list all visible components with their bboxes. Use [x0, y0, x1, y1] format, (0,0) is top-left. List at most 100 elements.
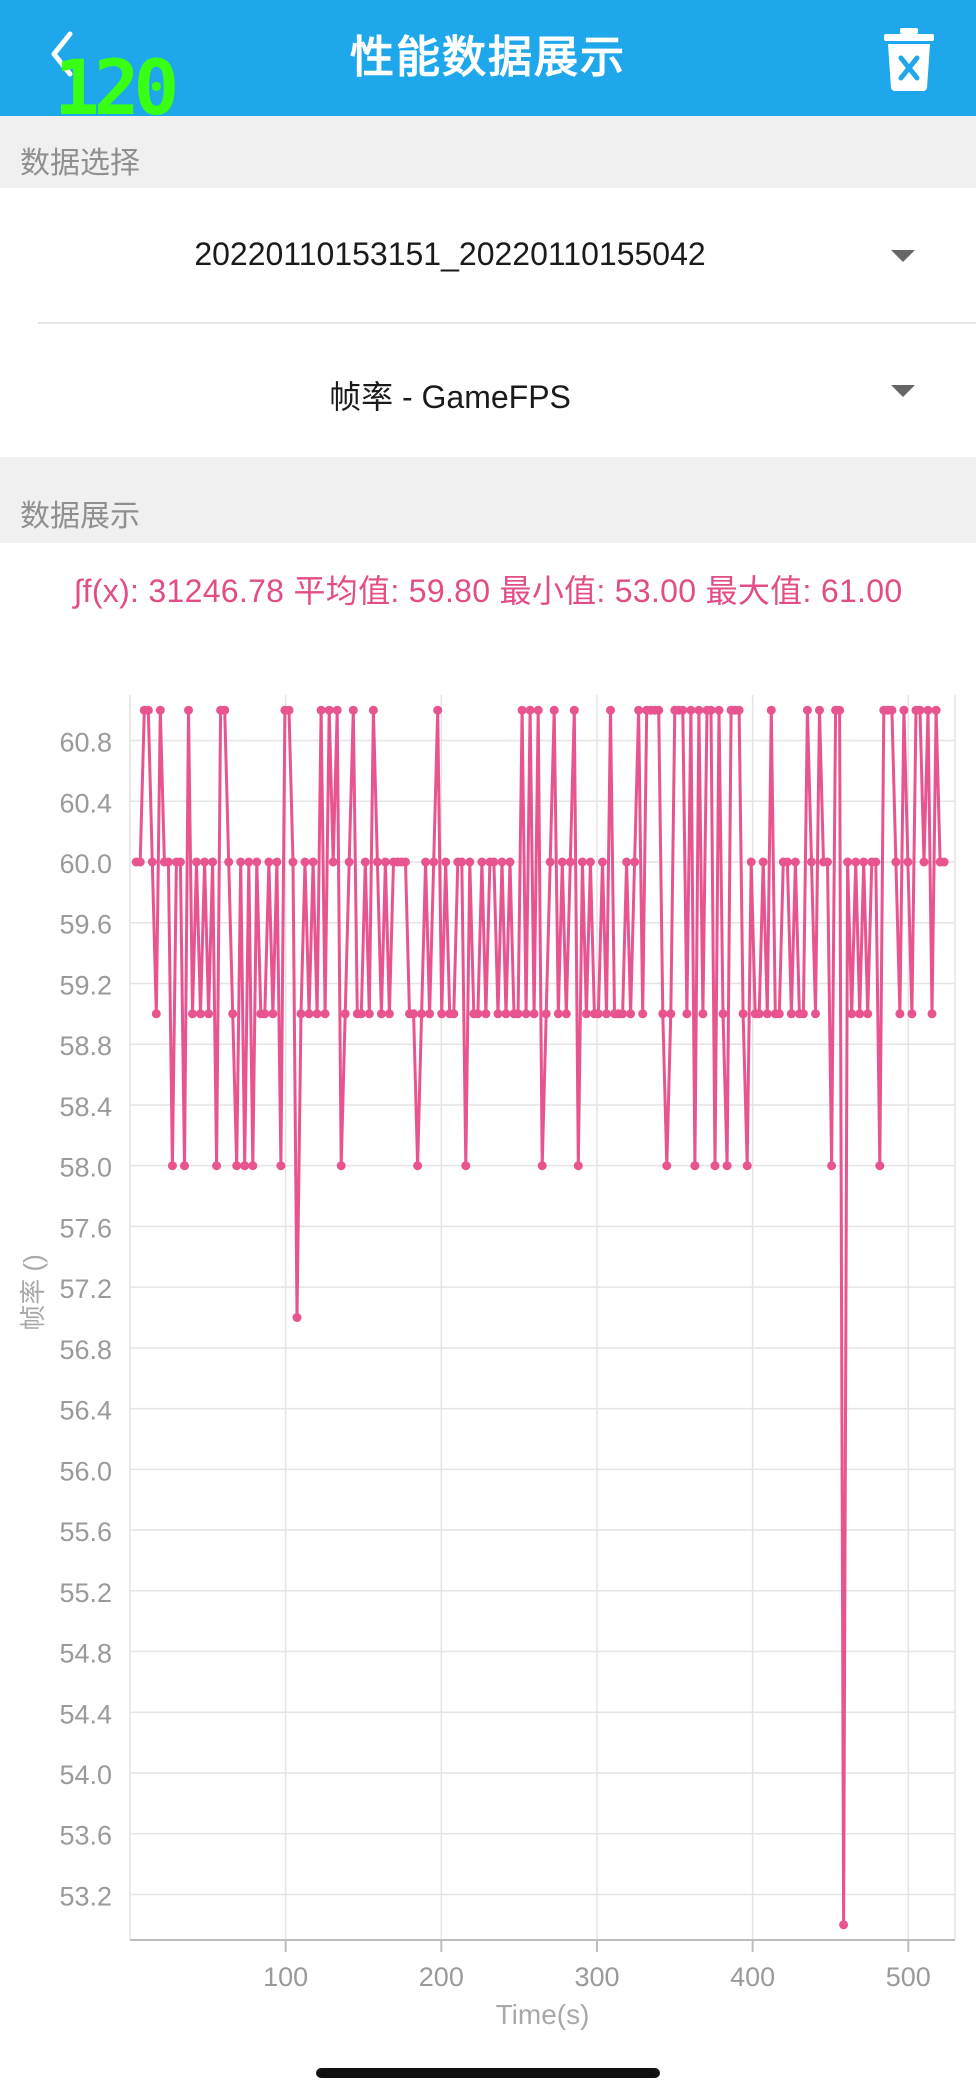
fps-data-point: [602, 1009, 611, 1019]
fps-data-point: [192, 857, 201, 867]
fps-data-point: [465, 857, 475, 867]
fps-data-point: [220, 705, 230, 715]
fps-data-point: [457, 857, 467, 867]
fps-data-point: [585, 857, 595, 867]
fps-data-point: [264, 857, 274, 867]
fps-data-point: [288, 857, 298, 867]
fps-data-point: [706, 705, 716, 715]
fps-data-point: [931, 705, 941, 715]
fps-data-point: [875, 1161, 885, 1171]
y-tick-label: 54.0: [59, 1760, 112, 1790]
y-tick-label: 54.4: [59, 1699, 112, 1729]
y-tick-label: 53.2: [59, 1881, 112, 1911]
fps-data-point: [654, 705, 664, 715]
fps-data-point: [413, 1161, 423, 1171]
x-tick-label: 200: [419, 1962, 464, 1992]
fps-line-chart[interactable]: 53.2 53.6 54.0 54.4 54.8 55.2 55.6 56.0 56.4 56.8…: [0, 640, 976, 2030]
x-tick-label: 500: [886, 1962, 931, 1992]
fps-data-point: [236, 857, 246, 867]
page-title: 性能数据展示: [350, 32, 626, 83]
fps-data-point: [409, 1009, 419, 1019]
fps-data-point: [489, 857, 499, 867]
fps-data-point: [228, 1009, 238, 1019]
fps-data-point: [513, 1009, 523, 1019]
fps-data-point: [553, 1009, 563, 1019]
home-indicator: [316, 2068, 660, 2078]
fps-data-point: [774, 1009, 784, 1019]
fps-data-point: [839, 1920, 849, 1930]
fps-data-point: [682, 1009, 692, 1019]
fps-data-point: [276, 1161, 286, 1171]
fps-data-point: [698, 1009, 708, 1019]
session-dropdown[interactable]: 20220110153151_20220110155042: [0, 188, 976, 322]
fps-data-point: [678, 705, 688, 715]
fps-data-point: [581, 1009, 591, 1019]
fps-data-point: [887, 705, 897, 715]
fps-data-point: [815, 705, 824, 715]
fps-data-point: [758, 857, 768, 867]
app-bar: 120 性能数据展示: [0, 0, 976, 126]
fps-data-point: [851, 857, 861, 867]
fps-data-point: [537, 1161, 547, 1171]
y-tick-label: 58.0: [59, 1153, 112, 1183]
fps-data-point: [807, 857, 816, 867]
fps-data-point: [348, 705, 358, 715]
fps-data-point: [272, 857, 282, 867]
fps-data-point: [449, 1009, 459, 1019]
fps-data-point: [505, 857, 515, 867]
fps-data-point: [899, 705, 909, 715]
fps-data-point: [517, 705, 527, 715]
fps-data-point: [417, 1009, 427, 1019]
fps-data-point: [344, 857, 354, 867]
trash-icon: [884, 28, 934, 91]
y-axis-label: 帧率 (): [18, 1254, 48, 1331]
metric-dropdown[interactable]: 帧率 - GameFPS: [0, 324, 976, 457]
fps-data-point: [461, 1161, 471, 1171]
fps-data-point: [188, 1009, 197, 1019]
fps-data-point: [204, 1009, 214, 1019]
fps-data-point: [722, 1161, 732, 1171]
fps-data-point: [300, 857, 310, 867]
fps-data-point: [907, 1009, 917, 1019]
fps-data-point: [200, 857, 210, 867]
fps-data-point: [686, 705, 696, 715]
fps-data-point: [557, 857, 567, 867]
fps-data-point: [232, 1161, 242, 1171]
fps-data-point: [356, 1009, 366, 1019]
fps-data-point: [167, 1161, 177, 1171]
fps-data-point: [252, 857, 262, 867]
fps-data-point: [184, 705, 193, 715]
fps-data-point: [180, 1161, 189, 1171]
y-tick-label: 57.6: [59, 1213, 112, 1243]
fps-data-point: [332, 705, 342, 715]
fps-data-point: [324, 705, 334, 715]
fps-data-point: [296, 1009, 306, 1019]
fps-data-point: [336, 1161, 346, 1171]
fps-data-point: [802, 705, 812, 715]
fps-data-point: [533, 705, 543, 715]
fps-data-point: [284, 705, 294, 715]
y-tick-label: 55.6: [59, 1517, 112, 1547]
delete-button[interactable]: [878, 26, 940, 92]
fps-data-point: [340, 1009, 350, 1019]
fps-data-point: [782, 857, 792, 867]
fps-data-point: [766, 705, 776, 715]
x-tick-label: 300: [574, 1962, 619, 1992]
fps-data-point: [135, 857, 145, 867]
fps-data-point: [903, 857, 913, 867]
fps-data-point: [714, 705, 724, 715]
y-tick-label: 53.6: [59, 1821, 112, 1851]
fps-data-point: [143, 705, 153, 715]
data-display-section-title: 数据展示: [0, 457, 976, 543]
y-tick-label: 60.8: [59, 728, 112, 758]
fps-data-point: [384, 1009, 394, 1019]
fps-data-point: [545, 857, 555, 867]
fps-data-point: [863, 1009, 873, 1019]
fps-data-point: [372, 857, 382, 867]
fps-data-point: [240, 1161, 250, 1171]
fps-data-point: [847, 1009, 857, 1019]
fps-data-point: [316, 705, 326, 715]
fps-data-point: [786, 1009, 796, 1019]
fps-data-point: [521, 1009, 531, 1019]
fps-data-point: [658, 1009, 668, 1019]
